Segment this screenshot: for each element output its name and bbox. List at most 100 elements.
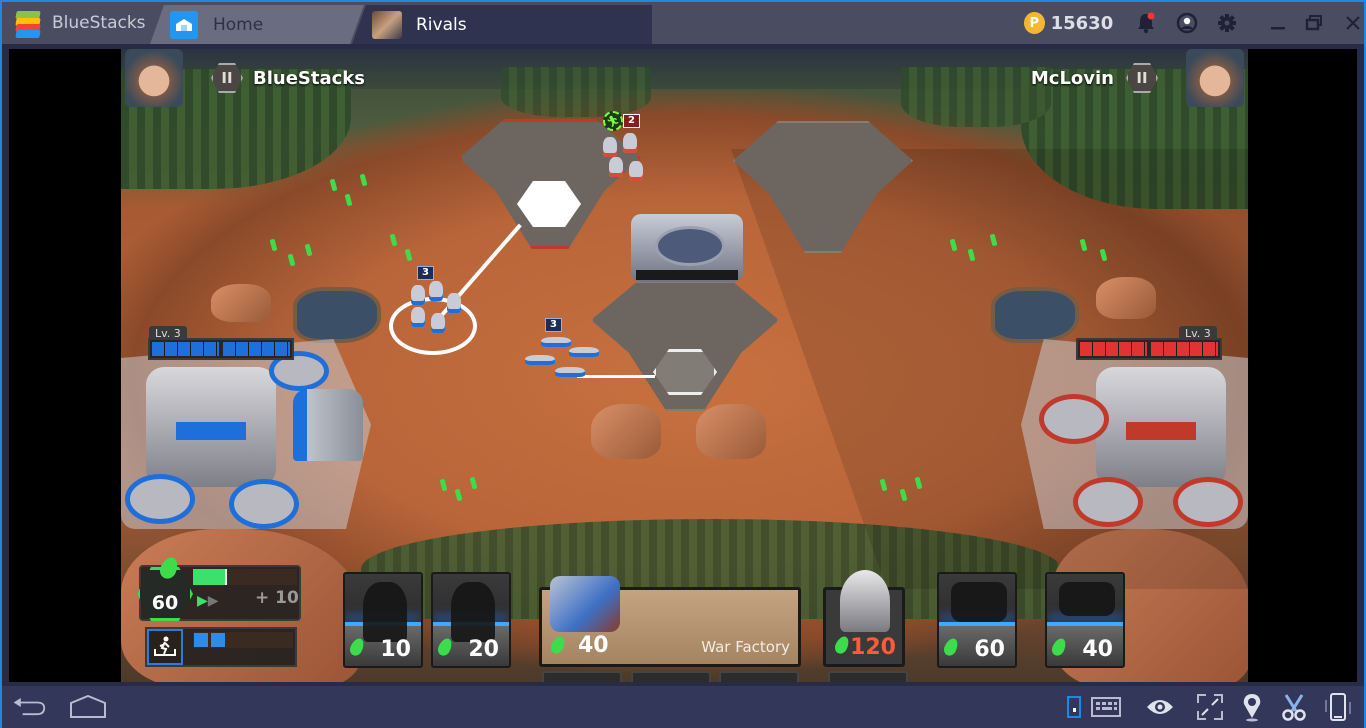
player-left-name: BlueStacks <box>253 67 365 89</box>
squad-count-badge: 3 <box>417 266 434 280</box>
crystal-count: 60 <box>151 592 179 614</box>
laser-unit-portrait <box>1059 582 1115 616</box>
income-progress-fill <box>193 569 228 585</box>
unit-cap-pip <box>194 633 208 647</box>
eye-icon[interactable] <box>1142 692 1178 722</box>
card-name: War Factory <box>701 638 790 656</box>
player-right-avatar[interactable] <box>1186 49 1244 107</box>
forest-top-center <box>501 67 651 117</box>
rotate-device-icon[interactable] <box>1320 692 1356 722</box>
war-factory-portrait <box>550 576 620 632</box>
tab-rivals-label: Rivals <box>416 14 467 35</box>
unit-card-rocket-soldier[interactable]: 20 <box>431 572 511 668</box>
unit-cap-pip <box>211 633 225 647</box>
friendly-hq[interactable] <box>146 367 276 487</box>
crystal-icon <box>832 634 852 656</box>
unit-card-turret[interactable]: 120 <box>823 570 905 667</box>
rock <box>211 284 271 322</box>
tab-home[interactable]: Home <box>150 5 364 44</box>
coin-balance[interactable]: 15630 <box>1051 13 1114 34</box>
enemy-hp-bar <box>1076 338 1222 360</box>
title-bar-controls: P 15630 <box>994 2 1364 44</box>
pond-left <box>293 287 381 343</box>
restore-icon[interactable] <box>1303 11 1325 35</box>
card-cost: 60 <box>974 637 1005 662</box>
notification-bell-icon[interactable] <box>1135 11 1157 35</box>
player-right-name: McLovin <box>1030 67 1114 89</box>
game-battlefield[interactable]: Lv. 3 Lv. 3 3 3 🏃︎ 2 II BlueStacks McLov… <box>121 49 1248 682</box>
turret-portrait <box>840 570 890 632</box>
coin-icon: P <box>1024 12 1045 34</box>
unit-cap-icon <box>147 629 183 665</box>
running-target-icon: 🏃︎ <box>603 111 623 131</box>
bluestacks-logo-icon <box>14 9 42 38</box>
android-nav-bar <box>2 686 1364 728</box>
friendly-turret[interactable] <box>229 479 299 529</box>
account-icon[interactable] <box>1176 11 1198 35</box>
unit-card-tank[interactable]: 60 <box>937 572 1017 668</box>
unit-card-rifleman[interactable]: 10 <box>343 572 423 668</box>
enemy-turret[interactable] <box>1039 394 1109 444</box>
settings-gear-icon[interactable] <box>1216 11 1238 35</box>
next-card-slot <box>719 671 799 682</box>
income-progress-bar <box>193 569 297 585</box>
emulator-screen: Lv. 3 Lv. 3 3 3 🏃︎ 2 II BlueStacks McLov… <box>9 49 1357 682</box>
back-icon[interactable] <box>10 692 46 722</box>
friendly-barracks[interactable] <box>293 389 363 461</box>
close-icon[interactable] <box>1342 11 1364 35</box>
minimize-icon[interactable] <box>1267 11 1289 35</box>
tab-rivals[interactable]: Rivals <box>352 5 652 44</box>
keyboard-toggle-icon[interactable] <box>1064 692 1084 722</box>
pond-right <box>991 287 1079 343</box>
enemy-turret[interactable] <box>1173 477 1243 527</box>
squad-count-badge: 2 <box>623 114 640 128</box>
title-bar: BlueStacks Home Rivals P 15630 <box>2 2 1364 44</box>
brand-label: BlueStacks <box>52 13 146 33</box>
home-icon <box>170 11 198 39</box>
rock <box>591 404 661 459</box>
central-silo[interactable] <box>631 214 743 282</box>
player-right-rank-icon: II <box>1126 63 1158 93</box>
card-cost: 10 <box>380 637 411 662</box>
rock <box>696 404 766 459</box>
rivals-app-icon <box>372 10 402 39</box>
crystal-icon <box>1049 636 1069 658</box>
card-cost: 120 <box>850 635 896 660</box>
rock <box>1096 277 1156 319</box>
crystal-icon <box>941 636 961 658</box>
forest-top-center-right <box>901 67 1051 127</box>
rocket-soldier-portrait <box>451 582 495 642</box>
unit-card-war-factory[interactable]: 40 War Factory <box>539 576 801 667</box>
squad-count-badge: 3 <box>545 318 562 332</box>
move-path-line <box>577 375 655 378</box>
income-rate: + 10 <box>255 588 299 608</box>
keyboard-icon[interactable] <box>1088 692 1124 722</box>
fullscreen-icon[interactable] <box>1192 692 1228 722</box>
unit-card-laser-unit[interactable]: 40 <box>1045 572 1125 668</box>
bluestacks-window: BlueStacks Home Rivals P 15630 Lv. 3 Lv.… <box>0 0 1366 728</box>
friendly-hp-bar <box>148 338 294 360</box>
next-card-slot <box>828 671 908 682</box>
rifleman-portrait <box>363 582 407 642</box>
enemy-hq[interactable] <box>1096 367 1226 487</box>
player-left-avatar[interactable] <box>125 49 183 107</box>
card-cost: 40 <box>578 633 609 658</box>
next-card-slot <box>542 671 622 682</box>
tab-home-label: Home <box>213 14 264 35</box>
brand-tab[interactable]: BlueStacks <box>2 2 162 44</box>
next-card-slot <box>631 671 711 682</box>
player-left-rank-icon: II <box>211 63 243 93</box>
player-right-header: McLovin II <box>1031 49 1244 107</box>
card-cost: 40 <box>1082 637 1113 662</box>
unit-cap-bar <box>193 632 293 648</box>
enemy-turret[interactable] <box>1073 477 1143 527</box>
friendly-turret[interactable] <box>125 474 195 524</box>
scissors-icon[interactable] <box>1276 692 1312 722</box>
home-icon[interactable] <box>68 692 108 722</box>
card-cost: 20 <box>468 637 499 662</box>
location-pin-icon[interactable] <box>1234 692 1270 722</box>
player-left-header: II BlueStacks <box>125 49 365 107</box>
income-speed-icon: ▶▶ <box>197 593 219 609</box>
tank-portrait <box>951 582 1007 622</box>
crystal-icon <box>548 634 568 656</box>
